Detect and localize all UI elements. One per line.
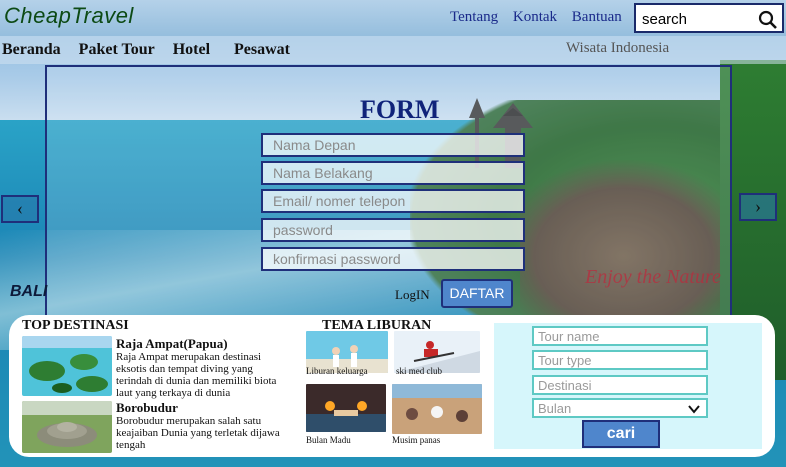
top-destinasi-title: TOP DESTINASI	[22, 318, 129, 333]
login-link[interactable]: LogIN	[395, 287, 430, 303]
theme-label: Musim panas	[392, 435, 441, 445]
main-nav: Beranda Paket Tour Hotel Pesawat Wisata …	[0, 36, 786, 64]
overlay-caption: Enjoy the Nature	[585, 266, 721, 288]
search-icon[interactable]	[758, 10, 778, 30]
nav-item-beranda[interactable]: Beranda	[2, 41, 61, 58]
month-select[interactable]: Bulan	[532, 398, 708, 418]
bottom-card: TOP DESTINASI Raja Ampat(Papua) Raja Amp…	[9, 315, 775, 457]
month-select-value: Bulan	[538, 401, 572, 416]
search-tour-button[interactable]: cari	[582, 420, 660, 448]
raja-ampat-image[interactable]	[22, 336, 112, 396]
borobudur-image[interactable]	[22, 401, 112, 453]
destination-input[interactable]: Destinasi	[532, 375, 708, 395]
email-phone-input[interactable]: Email/ nomer telepon	[261, 189, 525, 213]
link-bantuan[interactable]: Bantuan	[572, 9, 622, 25]
top-header: CheapTravel Tentang Kontak Bantuan	[0, 0, 786, 36]
nav-tagline: Wisata Indonesia	[566, 40, 670, 56]
first-name-input[interactable]: Nama Depan	[261, 133, 525, 157]
slider-prev-button[interactable]: ‹	[1, 195, 39, 223]
destination-desc: Borobudur merupakan salah satu keajaiban…	[116, 415, 280, 451]
nav-item-pesawat[interactable]: Pesawat	[234, 41, 290, 58]
chevron-right-icon: ›	[755, 196, 761, 216]
nav-item-hotel[interactable]: Hotel	[173, 41, 210, 58]
nav-menu: Beranda Paket Tour Hotel Pesawat	[2, 41, 304, 59]
chevron-left-icon: ‹	[17, 198, 23, 218]
slider-next-button[interactable]: ›	[739, 193, 777, 221]
summer-image[interactable]	[392, 384, 482, 434]
chevron-down-icon	[688, 405, 700, 414]
search-input[interactable]	[642, 9, 757, 29]
location-caption: BALI	[10, 283, 48, 300]
theme-label: Bulan Madu	[306, 435, 351, 445]
destination-name[interactable]: Borobudur	[116, 400, 178, 416]
link-kontak[interactable]: Kontak	[513, 9, 557, 25]
confirm-password-input[interactable]: konfirmasi password	[261, 247, 525, 271]
tour-type-input[interactable]: Tour type	[532, 350, 708, 370]
honeymoon-image[interactable]	[306, 384, 386, 432]
top-links: Tentang Kontak Bantuan	[450, 9, 633, 26]
theme-label: ski med club	[396, 366, 442, 376]
tour-name-input[interactable]: Tour name	[532, 326, 708, 346]
search-box	[634, 3, 784, 33]
link-tentang[interactable]: Tentang	[450, 9, 498, 25]
password-input[interactable]: password	[261, 218, 525, 242]
destination-name[interactable]: Raja Ampat(Papua)	[116, 336, 228, 352]
site-logo[interactable]: CheapTravel	[4, 3, 134, 29]
register-button[interactable]: DAFTAR	[441, 279, 513, 308]
tour-search-panel: Tour name Tour type Destinasi Bulan cari	[494, 323, 762, 449]
last-name-input[interactable]: Nama Belakang	[261, 161, 525, 185]
destination-desc: Raja Ampat merupakan destinasi eksotis d…	[116, 351, 277, 399]
nav-item-paket-tour[interactable]: Paket Tour	[79, 41, 155, 58]
form-title: FORM	[360, 95, 440, 124]
theme-label: Liburan keluarga	[306, 366, 368, 376]
